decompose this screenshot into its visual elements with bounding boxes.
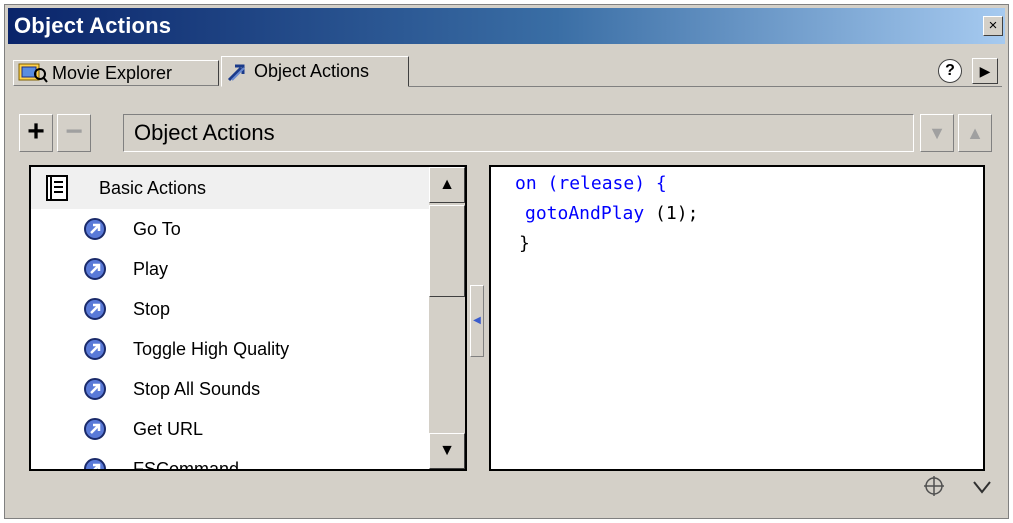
footer-controls <box>922 474 992 500</box>
actions-list: Basic Actions Go To Play Stop Toggle Hig… <box>31 167 429 469</box>
list-item-stop-all-sounds[interactable]: Stop All Sounds <box>31 369 429 409</box>
panel-menu-button[interactable]: ▶ <box>972 58 998 84</box>
action-arrow-icon <box>83 457 107 469</box>
category-label: Basic Actions <box>99 177 207 198</box>
code-keyword: on <box>515 173 537 194</box>
help-button[interactable]: ? <box>938 59 962 83</box>
window-title: Object Actions <box>14 13 172 38</box>
movie-explorer-icon <box>18 62 48 84</box>
action-arrow-icon <box>83 417 107 441</box>
list-item-label: Toggle High Quality <box>133 338 290 359</box>
actions-toolbox: Basic Actions Go To Play Stop Toggle Hig… <box>29 165 467 471</box>
action-arrow-icon <box>83 217 107 241</box>
list-item-label: Stop All Sounds <box>133 378 261 399</box>
code-line: gotoAndPlay (1); <box>515 203 983 233</box>
close-button[interactable]: × <box>983 16 1003 36</box>
list-item-play[interactable]: Play <box>31 249 429 289</box>
list-item-stop[interactable]: Stop <box>31 289 429 329</box>
object-actions-icon <box>226 61 250 83</box>
target-path-icon[interactable] <box>922 474 946 498</box>
script-editor[interactable]: on (release) { gotoAndPlay (1); } <box>489 165 985 471</box>
list-item-goto[interactable]: Go To <box>31 209 429 249</box>
action-arrow-icon <box>83 377 107 401</box>
list-item-toggle-high-quality[interactable]: Toggle High Quality <box>31 329 429 369</box>
code-text: (release) { <box>536 173 667 194</box>
tab-movie-explorer[interactable]: Movie Explorer <box>13 60 219 86</box>
add-action-button[interactable]: + <box>19 114 53 152</box>
move-up-button[interactable]: ▲ <box>958 114 992 152</box>
scroll-down-button[interactable]: ▼ <box>429 433 465 469</box>
list-item-label: Stop <box>133 298 171 319</box>
code-line: } <box>515 233 983 263</box>
code-text: } <box>519 233 530 254</box>
basic-actions-category[interactable]: Basic Actions <box>31 167 429 209</box>
action-name-field: Object Actions <box>123 114 914 152</box>
title-bar[interactable]: Object Actions × <box>8 8 1005 44</box>
tab-row: Movie Explorer Object Actions ? ▶ <box>11 52 1002 88</box>
list-item-label: Play <box>133 258 169 279</box>
panel-splitter[interactable]: ◀ <box>470 285 484 357</box>
action-arrow-icon <box>83 337 107 361</box>
scroll-thumb[interactable] <box>429 205 465 297</box>
list-item-get-url[interactable]: Get URL <box>31 409 429 449</box>
object-actions-window: Object Actions × Movie Explorer Object A… <box>4 4 1009 519</box>
scroll-up-button[interactable]: ▲ <box>429 167 465 203</box>
code-text: (1); <box>644 203 699 224</box>
list-item-label: FSCommand <box>133 458 240 470</box>
tab-baseline <box>407 86 1002 87</box>
chevron-down-icon[interactable] <box>972 478 992 496</box>
tab-object-actions[interactable]: Object Actions <box>221 56 409 87</box>
action-arrow-icon <box>83 297 107 321</box>
book-icon <box>45 174 71 202</box>
tab-label: Object Actions <box>254 61 370 81</box>
code-line: on (release) { <box>515 173 983 203</box>
remove-action-button[interactable]: − <box>57 114 91 152</box>
action-arrow-icon <box>83 257 107 281</box>
move-down-button[interactable]: ▼ <box>920 114 954 152</box>
tab-label: Movie Explorer <box>52 62 173 83</box>
actions-toolbar: + − Object Actions ▼ ▲ <box>19 110 994 156</box>
list-item-label: Get URL <box>133 418 204 439</box>
list-item-label: Go To <box>133 218 181 239</box>
code-function: gotoAndPlay <box>525 203 645 224</box>
list-item-fscommand[interactable]: FSCommand <box>31 449 429 469</box>
list-scrollbar[interactable]: ▲ ▼ <box>429 167 465 469</box>
